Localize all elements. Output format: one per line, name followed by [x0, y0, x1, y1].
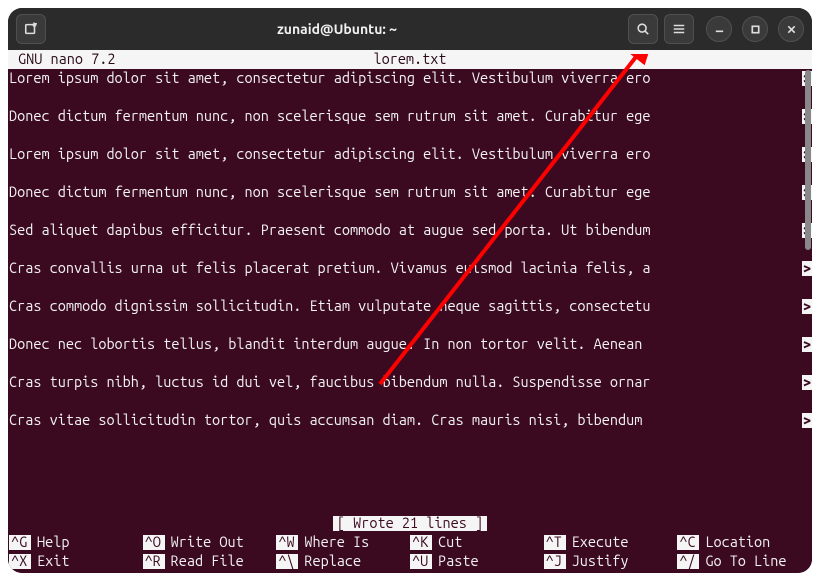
- shortcut-exit[interactable]: ^XExit: [9, 552, 143, 571]
- text-line: Cras turpis nibh, luctus id dui vel, fau…: [8, 373, 812, 392]
- close-button[interactable]: [778, 16, 804, 42]
- nano-header: GNU nano 7.2 lorem.txt: [8, 50, 812, 69]
- continuation-marker: >: [802, 261, 812, 276]
- text-line: Sed aliquet dapibus efficitur. Praesent …: [8, 221, 812, 240]
- shortcut-location[interactable]: ^CLocation: [677, 533, 811, 552]
- menu-button[interactable]: [664, 14, 694, 44]
- shortcut-cut[interactable]: ^KCut: [410, 533, 544, 552]
- scrollbar-thumb[interactable]: [805, 70, 811, 250]
- text-line: Lorem ipsum dolor sit amet, consectetur …: [8, 69, 812, 88]
- shortcut-execute[interactable]: ^TExecute: [544, 533, 678, 552]
- text-area[interactable]: Lorem ipsum dolor sit amet, consectetur …: [8, 69, 812, 514]
- shortcut-help[interactable]: ^GHelp: [9, 533, 143, 552]
- shortcut-replace[interactable]: ^\Replace: [276, 552, 410, 571]
- text-line: Cras convallis urna ut felis placerat pr…: [8, 259, 812, 278]
- nano-filename: lorem.txt: [373, 52, 446, 67]
- shortcut-paste[interactable]: ^UPaste: [410, 552, 544, 571]
- shortcut-whereis[interactable]: ^WWhere Is: [276, 533, 410, 552]
- text-line: Lorem ipsum dolor sit amet, consectetur …: [8, 145, 812, 164]
- search-button[interactable]: [628, 14, 658, 44]
- continuation-marker: >: [802, 413, 812, 428]
- window-title: zunaid@Ubuntu: ~: [52, 21, 622, 37]
- minimize-button[interactable]: [706, 16, 732, 42]
- new-tab-button[interactable]: [16, 14, 46, 44]
- maximize-button[interactable]: [742, 16, 768, 42]
- shortcut-gotoline[interactable]: ^/Go To Line: [677, 552, 811, 571]
- text-line: Donec nec lobortis tellus, blandit inter…: [8, 335, 812, 354]
- continuation-marker: >: [802, 337, 812, 352]
- status-line: [ Wrote 21 lines ]: [8, 514, 812, 533]
- shortcuts-bar: ^GHelp ^OWrite Out ^WWhere Is ^KCut ^TEx…: [8, 533, 812, 573]
- text-line: Donec dictum fermentum nunc, non sceleri…: [8, 107, 812, 126]
- shortcut-readfile[interactable]: ^RRead File: [143, 552, 277, 571]
- text-line: Cras commodo dignissim sollicitudin. Eti…: [8, 297, 812, 316]
- titlebar: zunaid@Ubuntu: ~: [8, 8, 812, 50]
- nano-version: GNU nano 7.2: [18, 52, 115, 67]
- shortcut-writeout[interactable]: ^OWrite Out: [143, 533, 277, 552]
- continuation-marker: >: [802, 375, 812, 390]
- nano-editor: GNU nano 7.2 lorem.txt Lorem ipsum dolor…: [8, 50, 812, 573]
- shortcut-justify[interactable]: ^JJustify: [544, 552, 678, 571]
- continuation-marker: >: [802, 299, 812, 314]
- text-line: Cras vitae sollicitudin tortor, quis acc…: [8, 411, 812, 430]
- text-line: Donec dictum fermentum nunc, non sceleri…: [8, 183, 812, 202]
- terminal-window: zunaid@Ubuntu: ~ GNU nano 7.2 lorem.txt …: [8, 8, 812, 573]
